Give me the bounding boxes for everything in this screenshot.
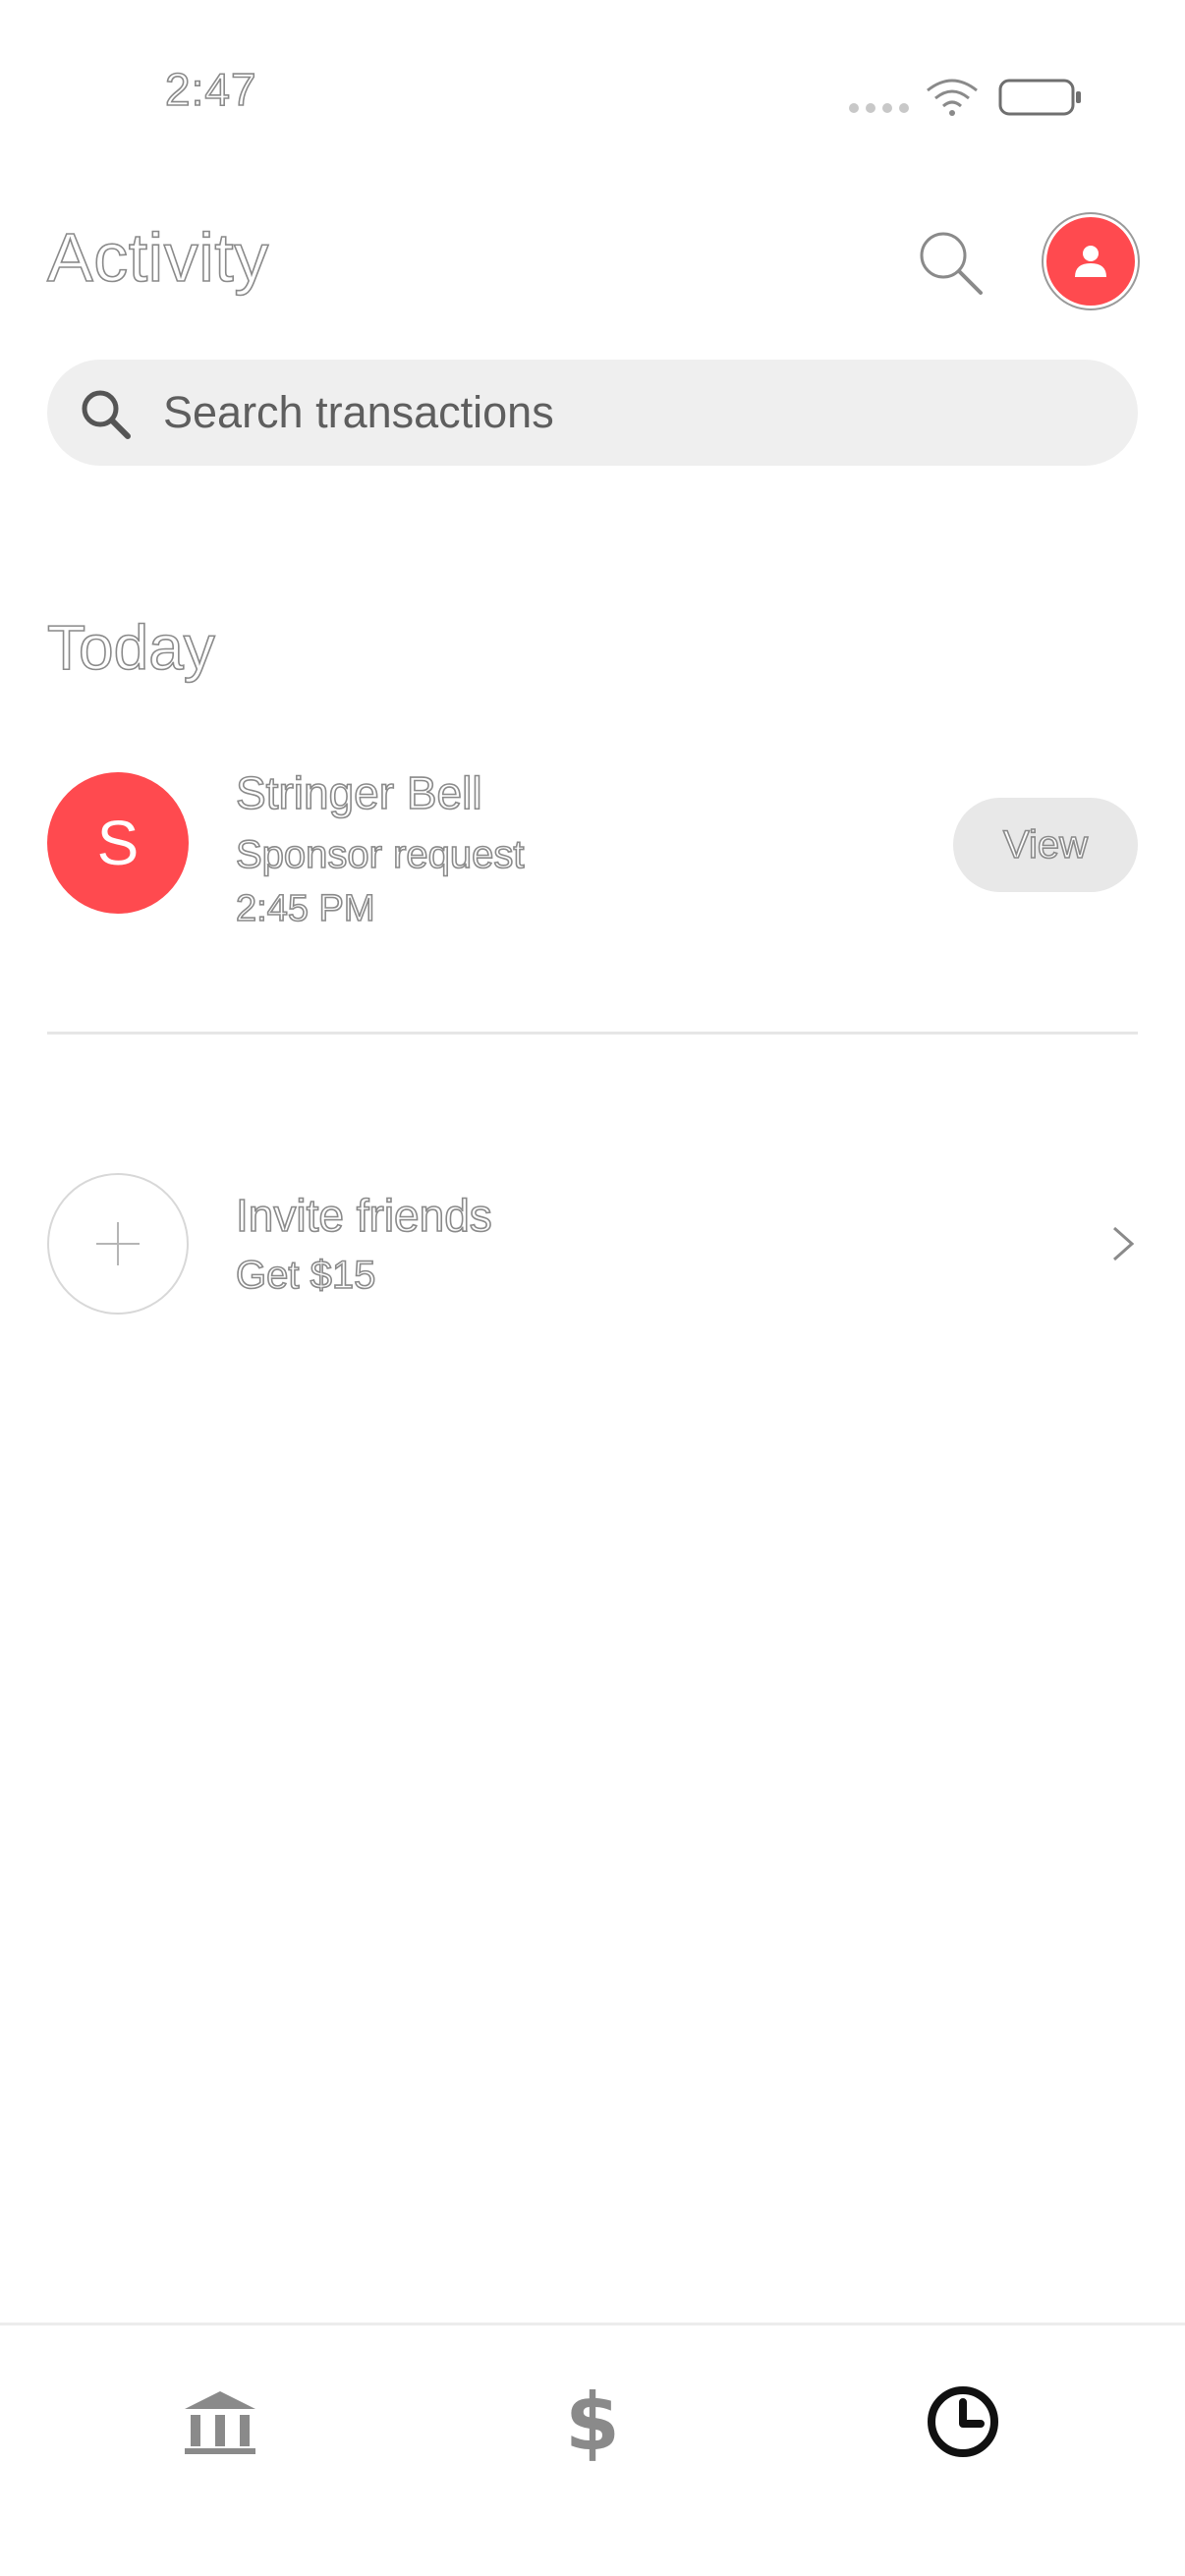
nav-activity-button[interactable]: [904, 2363, 1022, 2481]
nav-bank-button[interactable]: [161, 2363, 279, 2481]
status-bar: 2:47: [0, 0, 1185, 147]
header-search-button[interactable]: [912, 224, 988, 301]
dollar-icon: $: [565, 2376, 620, 2468]
invite-friends-row[interactable]: Invite friends Get $15: [47, 1171, 1138, 1318]
status-time: 2:47: [164, 63, 257, 116]
person-icon: [1075, 246, 1106, 277]
invite-subtitle: Get $15: [235, 1253, 376, 1298]
view-button[interactable]: View: [953, 798, 1138, 892]
activity-subtitle: Sponsor request: [235, 832, 525, 877]
invite-title: Invite friends: [235, 1189, 492, 1242]
activity-time: 2:45 PM: [235, 887, 375, 930]
search-input[interactable]: [163, 360, 1106, 466]
search-bar[interactable]: [47, 360, 1138, 466]
profile-button[interactable]: [1044, 214, 1138, 308]
bottom-nav: $: [0, 2323, 1185, 2576]
search-icon: [82, 390, 131, 439]
avatar: S: [47, 772, 189, 914]
wifi-icon: [927, 79, 978, 116]
search-icon: [920, 232, 983, 295]
nav-dollar-button[interactable]: $: [534, 2363, 651, 2481]
section-heading-today: Today: [46, 611, 215, 684]
clock-icon: [928, 2386, 998, 2457]
plus-icon: [47, 1173, 189, 1315]
chevron-right-icon: [1113, 1226, 1135, 1261]
signal-dots-icon: [849, 103, 909, 113]
activity-row[interactable]: S Stringer Bell Sponsor request 2:45 PM …: [47, 766, 1138, 963]
page-title: Activity: [46, 218, 269, 297]
divider: [47, 1032, 1138, 1035]
bank-icon: [185, 2391, 255, 2454]
battery-icon: [998, 79, 1081, 116]
activity-name: Stringer Bell: [235, 766, 482, 819]
